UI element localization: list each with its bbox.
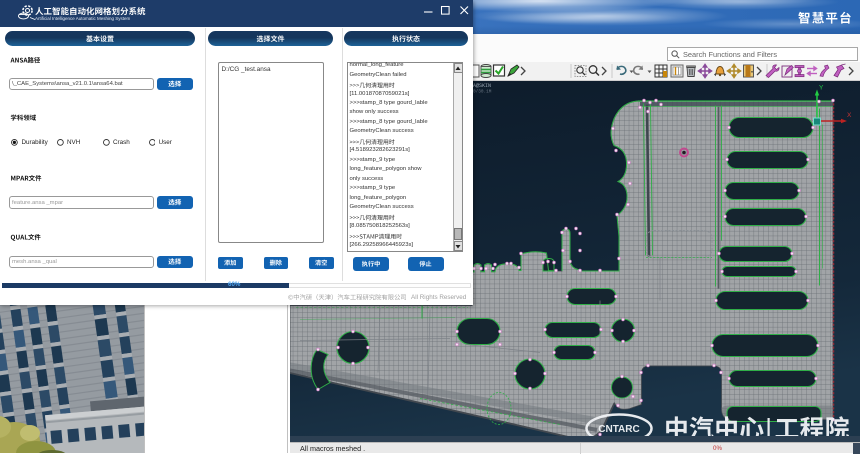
svg-text:A@SKIN: A@SKIN (473, 83, 491, 89)
svg-text:0/30.1M: 0/30.1M (473, 89, 492, 94)
svg-text:Y: Y (819, 84, 824, 91)
svg-text:X: X (847, 112, 852, 119)
svg-text:CNTARC: CNTARC (598, 424, 639, 435)
